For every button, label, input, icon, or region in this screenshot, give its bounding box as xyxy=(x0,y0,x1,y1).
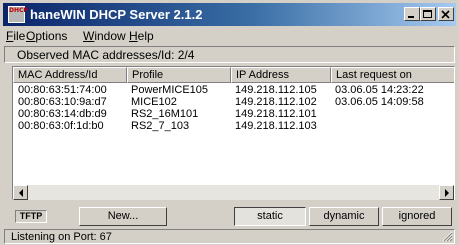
dhcp-app-icon[interactable]: DHCP xyxy=(8,6,28,23)
cell-mac: 00:80:63:0f:1d:b0 xyxy=(18,120,104,132)
cell-mac: 00:80:63:14:db:d9 xyxy=(18,108,107,120)
status-text: Listening on Port: 67 xyxy=(11,231,112,243)
resize-grip-icon[interactable] xyxy=(442,231,453,242)
horizontal-scrollbar[interactable] xyxy=(13,185,454,200)
cell-ip: 149.218.112.101 xyxy=(235,108,317,120)
menu-help[interactable]: Help xyxy=(129,29,154,43)
window-title: haneWIN DHCP Server 2.1.2 xyxy=(30,7,203,22)
cell-profile: PowerMICE105 xyxy=(131,84,209,96)
column-header-profile[interactable]: Profile xyxy=(127,67,231,83)
scroll-right-button[interactable] xyxy=(439,185,454,200)
menu-options[interactable]: Options xyxy=(26,29,67,43)
cell-last-request: 03.06.05 14:09:58 xyxy=(335,96,424,108)
column-header-ip[interactable]: IP Address xyxy=(231,67,331,83)
menu-window[interactable]: Window xyxy=(83,29,126,43)
ignored-filter-button[interactable]: ignored xyxy=(382,207,452,226)
cell-ip: 149.218.112.103 xyxy=(235,120,317,132)
new-button[interactable]: New... xyxy=(79,207,167,226)
arrow-left-icon xyxy=(19,189,23,197)
menu-file-label: ile xyxy=(13,29,26,43)
static-filter-button[interactable]: static xyxy=(234,207,306,226)
cell-ip: 149.218.112.105 xyxy=(235,84,317,96)
lease-list[interactable]: MAC Address/Id Profile IP Address Last r… xyxy=(12,66,455,200)
menu-options-accel: O xyxy=(26,29,36,43)
menu-help-label: elp xyxy=(137,29,154,43)
scroll-left-button[interactable] xyxy=(13,185,28,200)
minimize-button[interactable] xyxy=(404,7,420,21)
dynamic-filter-button[interactable]: dynamic xyxy=(309,207,379,226)
close-button[interactable] xyxy=(438,7,454,21)
minimize-icon xyxy=(408,16,414,18)
cell-profile: RS2_7_103 xyxy=(131,120,190,132)
close-icon xyxy=(441,10,450,19)
observed-count-label: Observed MAC addresses/Id: 2/4 xyxy=(17,48,195,62)
column-header-mac[interactable]: MAC Address/Id xyxy=(13,67,127,83)
cell-mac: 00:80:63:10:9a:d7 xyxy=(18,96,107,108)
menu-window-label: indow xyxy=(94,29,126,43)
title-bar[interactable]: DHCP haneWIN DHCP Server 2.1.2 xyxy=(3,3,456,26)
arrow-right-icon xyxy=(445,189,449,197)
observed-panel: Observed MAC addresses/Id: 2/4 xyxy=(4,46,455,63)
menu-bar: File Options Window Help xyxy=(3,27,456,45)
cell-profile: MICE102 xyxy=(131,96,177,108)
column-header-last-request[interactable]: Last request on xyxy=(331,67,454,83)
cell-profile: RS2_16M101 xyxy=(131,108,199,120)
menu-file[interactable]: File xyxy=(6,29,25,43)
maximize-icon xyxy=(423,10,432,18)
bottom-panel: TFTP New... static dynamic ignored xyxy=(4,203,455,228)
tftp-indicator: TFTP xyxy=(15,210,47,223)
menu-window-accel: W xyxy=(83,29,95,43)
status-bar: Listening on Port: 67 xyxy=(4,229,455,244)
menu-options-label: ptions xyxy=(35,29,68,43)
menu-help-accel: H xyxy=(129,29,138,43)
cell-mac: 00:80:63:51:74:00 xyxy=(18,84,107,96)
maximize-button[interactable] xyxy=(420,7,436,21)
cell-ip: 149.218.112.102 xyxy=(235,96,317,108)
cell-last-request: 03.06.05 14:23:22 xyxy=(335,84,424,96)
app-window: DHCP haneWIN DHCP Server 2.1.2 File Opti… xyxy=(0,0,459,245)
